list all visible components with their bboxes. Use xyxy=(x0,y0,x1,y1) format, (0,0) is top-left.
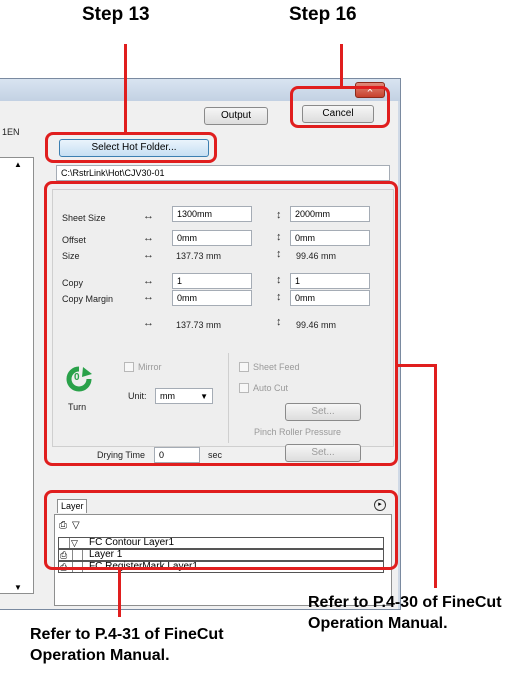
step-16-leader xyxy=(340,44,343,87)
step-13-highlight xyxy=(45,132,217,163)
scroll-up-icon[interactable]: ▲ xyxy=(14,160,22,169)
settings-leader-vertical xyxy=(434,364,437,588)
settings-leader-horizontal xyxy=(397,364,437,367)
output-button[interactable]: Output xyxy=(204,107,268,125)
step-16-label: Step 16 xyxy=(289,4,357,25)
step-13-label: Step 13 xyxy=(82,4,150,25)
left-panel-fragment: 1EN xyxy=(2,127,20,137)
step-13-leader xyxy=(124,44,127,133)
reference-note-right: Refer to P.4-30 of FineCut Operation Man… xyxy=(308,594,502,632)
layer-highlight xyxy=(44,490,398,570)
step-16-highlight xyxy=(290,86,390,128)
left-list-panel[interactable]: ▲ ▼ xyxy=(0,157,34,594)
hot-folder-path-field[interactable]: C:\RstrLink\Hot\CJV30-01 xyxy=(56,165,390,181)
settings-highlight xyxy=(44,181,398,466)
reference-note-left: Refer to P.4-31 of FineCut Operation Man… xyxy=(30,626,224,664)
layer-leader xyxy=(118,569,121,617)
scroll-down-icon[interactable]: ▼ xyxy=(14,583,22,592)
